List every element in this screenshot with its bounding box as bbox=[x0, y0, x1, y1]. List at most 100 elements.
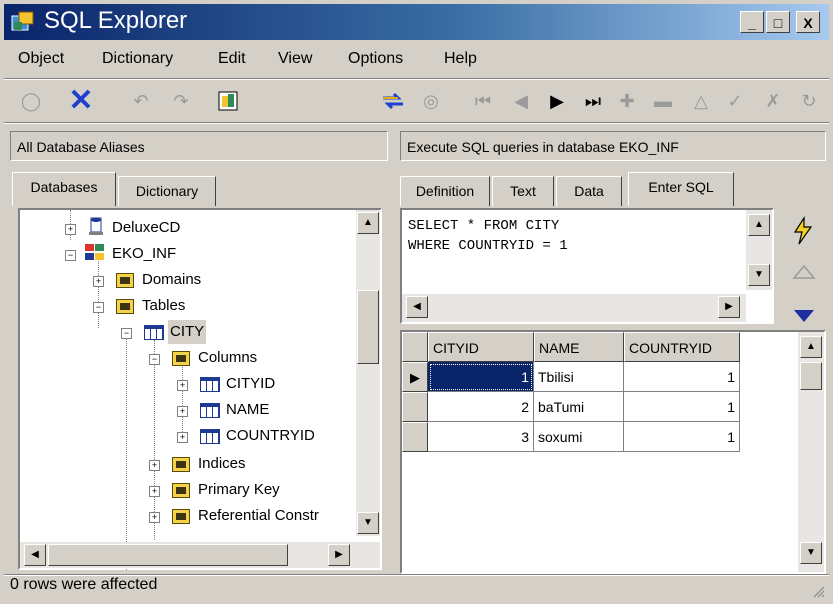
grid-header-countryid[interactable]: COUNTRYID bbox=[624, 332, 740, 362]
tree-item-tables[interactable]: Tables bbox=[142, 294, 185, 318]
collapse-toggle[interactable]: − bbox=[121, 328, 132, 339]
menu-help[interactable]: Help bbox=[444, 50, 477, 68]
grid-cell-name[interactable]: baTumi bbox=[534, 392, 624, 422]
scroll-right-button[interactable]: ▶ bbox=[328, 544, 350, 566]
row-indicator[interactable] bbox=[402, 392, 428, 422]
expand-toggle[interactable]: + bbox=[93, 276, 104, 287]
editor-horizontal-scrollbar[interactable] bbox=[402, 294, 746, 322]
toolbar: ◯ ✕ ↶ ↷ ◎ ⏮ ◀ ▶ ⏭ ✚ ▬ △ ✓ ✗ ↻ bbox=[4, 84, 829, 118]
scroll-up-button[interactable]: ▲ bbox=[357, 212, 379, 234]
database-tree[interactable]: + DeluxeCD − EKO_INF + Domains − Tables … bbox=[18, 208, 382, 570]
menu-bar: Object Dictionary Edit View Options Help bbox=[4, 44, 829, 74]
filter-icon[interactable]: ◎ bbox=[418, 88, 444, 114]
scroll-left-button[interactable]: ◀ bbox=[406, 296, 428, 318]
expand-toggle[interactable]: + bbox=[149, 460, 160, 471]
tab-enter-sql[interactable]: Enter SQL bbox=[628, 172, 734, 206]
tree-line bbox=[98, 258, 99, 328]
tree-item-domains[interactable]: Domains bbox=[142, 268, 201, 292]
tree-vertical-scrollbar[interactable] bbox=[356, 210, 380, 536]
expand-toggle[interactable]: + bbox=[149, 512, 160, 523]
grid-cell-countryid[interactable]: 1 bbox=[624, 422, 740, 452]
expand-toggle[interactable]: + bbox=[65, 224, 76, 235]
close-button[interactable]: X bbox=[796, 11, 820, 33]
scroll-down-button[interactable]: ▼ bbox=[357, 512, 379, 534]
collapse-toggle[interactable]: − bbox=[149, 354, 160, 365]
minimize-button[interactable]: _ bbox=[740, 11, 764, 33]
menu-options[interactable]: Options bbox=[348, 50, 403, 68]
refresh-icon[interactable] bbox=[380, 88, 406, 114]
tree-item-city[interactable]: CITY bbox=[168, 320, 207, 344]
right-panel-header: Execute SQL queries in database EKO_INF bbox=[400, 131, 826, 161]
refresh-data-icon[interactable]: ↻ bbox=[796, 88, 822, 114]
previous-query-icon[interactable] bbox=[792, 262, 816, 282]
grid-cell-cityid[interactable]: 3 bbox=[428, 422, 534, 452]
expand-toggle[interactable]: + bbox=[149, 486, 160, 497]
folder-icon bbox=[172, 457, 190, 472]
tree-item-cityid[interactable]: CITYID bbox=[226, 372, 275, 396]
tree-item-referential-constraints[interactable]: Referential Constr bbox=[198, 504, 348, 528]
scroll-up-button[interactable]: ▲ bbox=[748, 214, 770, 236]
scroll-down-button[interactable]: ▼ bbox=[748, 264, 770, 286]
tree-item-deluxecd[interactable]: DeluxeCD bbox=[112, 216, 180, 240]
edit-record-icon[interactable]: △ bbox=[688, 88, 714, 114]
grid-cell-name[interactable]: Tbilisi bbox=[534, 362, 624, 392]
expand-toggle[interactable]: + bbox=[177, 432, 188, 443]
collapse-toggle[interactable]: − bbox=[65, 250, 76, 261]
tree-item-indices[interactable]: Indices bbox=[198, 452, 246, 476]
results-grid[interactable]: CITYID NAME COUNTRYID ▶ 1 Tbilisi 1 2 ba… bbox=[400, 330, 826, 574]
delete-record-icon[interactable]: ▬ bbox=[650, 88, 676, 114]
tab-databases[interactable]: Databases bbox=[12, 172, 116, 206]
open-icon[interactable]: ◯ bbox=[18, 88, 44, 114]
scroll-up-button[interactable]: ▲ bbox=[800, 336, 822, 358]
menu-edit[interactable]: Edit bbox=[218, 50, 246, 68]
maximize-button[interactable]: □ bbox=[766, 11, 790, 33]
first-record-icon[interactable]: ⏮ bbox=[470, 88, 496, 114]
tab-text[interactable]: Text bbox=[492, 176, 554, 206]
expand-toggle[interactable]: + bbox=[177, 406, 188, 417]
last-record-icon[interactable]: ⏭ bbox=[580, 88, 606, 114]
post-record-icon[interactable]: ✓ bbox=[722, 88, 748, 114]
menu-view[interactable]: View bbox=[278, 50, 312, 68]
grid-cell-countryid[interactable]: 1 bbox=[624, 392, 740, 422]
query-builder-icon[interactable] bbox=[216, 88, 242, 114]
resize-grip-icon[interactable] bbox=[811, 584, 825, 598]
scroll-thumb[interactable] bbox=[800, 362, 822, 390]
next-query-icon[interactable] bbox=[792, 306, 816, 324]
tree-item-eko-inf[interactable]: EKO_INF bbox=[112, 242, 176, 266]
grid-cell-countryid[interactable]: 1 bbox=[624, 362, 740, 392]
collapse-toggle[interactable]: − bbox=[93, 302, 104, 313]
insert-record-icon[interactable]: ✚ bbox=[614, 88, 640, 114]
cancel-record-icon[interactable]: ✗ bbox=[760, 88, 786, 114]
grid-corner bbox=[402, 332, 428, 362]
grid-cell-cityid[interactable]: 1 bbox=[428, 362, 534, 392]
menu-object[interactable]: Object bbox=[18, 50, 64, 68]
tree-item-name[interactable]: NAME bbox=[226, 398, 269, 422]
grid-header-cityid[interactable]: CITYID bbox=[428, 332, 534, 362]
next-record-icon[interactable]: ▶ bbox=[544, 88, 570, 114]
scroll-left-button[interactable]: ◀ bbox=[24, 544, 46, 566]
undo-icon[interactable]: ↶ bbox=[128, 88, 154, 114]
tree-item-countryid[interactable]: COUNTRYID bbox=[226, 424, 315, 448]
scroll-down-button[interactable]: ▼ bbox=[800, 542, 822, 564]
redo-icon[interactable]: ↷ bbox=[168, 88, 194, 114]
row-indicator[interactable] bbox=[402, 422, 428, 452]
scroll-thumb[interactable] bbox=[357, 290, 379, 364]
tab-data[interactable]: Data bbox=[556, 176, 622, 206]
tab-definition[interactable]: Definition bbox=[400, 176, 490, 206]
tree-item-primary-key[interactable]: Primary Key bbox=[198, 478, 280, 502]
grid-cell-cityid[interactable]: 2 bbox=[428, 392, 534, 422]
expand-toggle[interactable]: + bbox=[177, 380, 188, 391]
tab-dictionary[interactable]: Dictionary bbox=[118, 176, 216, 206]
delete-icon[interactable]: ✕ bbox=[68, 86, 94, 116]
grid-cell-name[interactable]: soxumi bbox=[534, 422, 624, 452]
execute-lightning-icon[interactable] bbox=[790, 216, 816, 246]
scroll-right-button[interactable]: ▶ bbox=[718, 296, 740, 318]
scroll-thumb[interactable] bbox=[48, 544, 288, 566]
menu-dictionary[interactable]: Dictionary bbox=[102, 50, 173, 68]
grid-header-name[interactable]: NAME bbox=[534, 332, 624, 362]
tree-item-columns[interactable]: Columns bbox=[198, 346, 257, 370]
title-bar[interactable]: SQL Explorer _ □ X bbox=[4, 4, 829, 40]
row-indicator-icon[interactable]: ▶ bbox=[402, 362, 428, 392]
prior-record-icon[interactable]: ◀ bbox=[508, 88, 534, 114]
sql-editor[interactable]: SELECT * FROM CITY WHERE COUNTRYID = 1 ▲… bbox=[400, 208, 774, 324]
